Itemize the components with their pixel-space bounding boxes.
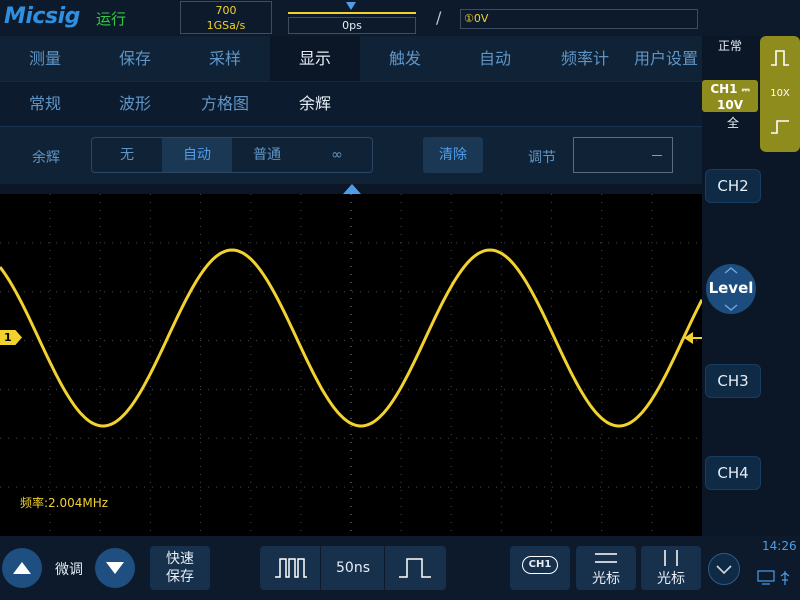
ch1-quick-panel: 10X [760,36,800,152]
menu-trigger[interactable]: 触发 [360,36,450,81]
adjust-empty-dash [652,155,662,156]
run-status[interactable]: 运行 [96,8,126,29]
tab-general[interactable]: 常规 [0,82,90,126]
brand-logo: Micsig [4,4,80,29]
persistence-normal[interactable]: 普通 [232,138,302,172]
trigger-edge-icon[interactable]: / [436,8,441,27]
oscilloscope-screen: Micsig 运行 700 1GSa/s 0ps / ①0V 测量 保存 采样 … [0,0,800,600]
clear-button[interactable]: 清除 [423,137,483,173]
level-label: Level [708,279,754,297]
horizontal-cursor-label: 光标 [592,571,620,587]
memory-bar [288,12,416,14]
vertical-cursor-label: 光标 [657,571,685,587]
memory-depth: 700 [215,4,237,17]
pulse-icon[interactable] [770,48,790,68]
timebase-control: 50ns [260,546,446,590]
horizontal-offset: 0ps [288,17,416,34]
channel-select-button[interactable]: CH1 [510,546,570,590]
persistence-auto[interactable]: 自动 [162,138,232,172]
ch3-button[interactable]: CH3 [705,364,761,398]
waveform-display[interactable] [0,194,704,536]
vertical-cursor-button[interactable]: 光标 [641,546,701,590]
menu-auto[interactable]: 自动 [450,36,540,81]
memory-depth-box[interactable]: 700 1GSa/s [180,1,272,34]
chevron-up-icon [724,267,738,274]
menu-user-settings[interactable]: 用户设置 [630,36,702,81]
divider [320,546,321,590]
trigger-level-tick [692,337,702,339]
horizontal-cursor-icon [595,553,617,563]
fine-adjust-label: 微调 [55,562,83,578]
menu-frequency-counter[interactable]: 频率计 [540,36,630,81]
display-submenu: 常规 波形 方格图 余辉 [0,81,702,126]
tab-graticule[interactable]: 方格图 [180,82,270,126]
top-status-bar: Micsig 运行 700 1GSa/s 0ps / ①0V [0,0,800,36]
ch4-button[interactable]: CH4 [705,456,761,490]
chevron-down-icon [724,304,738,311]
trigger-level-knob[interactable]: Level [706,264,756,314]
ch1-select-badge: CH1 [522,556,558,574]
monitor-icon [757,570,775,585]
sample-rate: 1GSa/s [206,19,246,32]
clock: 14:26 [762,539,797,553]
expand-button[interactable] [708,553,740,585]
graticule-and-trace [0,194,704,536]
menu-display[interactable]: 显示 [270,36,360,81]
adjust-label: 调节 [528,150,556,166]
ch2-button[interactable]: CH2 [705,169,761,203]
ch1-label: CH1 [710,82,738,96]
horizontal-position[interactable]: 0ps [288,0,416,36]
usb-icon [780,571,790,585]
timebase-decrease-icon[interactable] [274,556,308,580]
persistence-selector: 无 自动 普通 ∞ [91,137,373,173]
triangle-up-icon [13,562,31,574]
chevron-down-icon [716,565,732,575]
menu-acquire[interactable]: 采样 [180,36,270,81]
ch1-scale: 10V [717,98,743,112]
step-icon[interactable] [770,116,790,136]
menu-measure[interactable]: 测量 [0,36,90,81]
ch1-coupling-icon: ⎓ [741,85,750,96]
tab-persistence[interactable]: 余辉 [270,82,360,126]
persistence-label: 余辉 [32,150,60,166]
frequency-readout: 频率:2.004MHz [20,496,109,510]
graticule-grid [0,194,702,536]
trigger-position-marker[interactable] [343,184,361,194]
probe-ratio[interactable]: 10X [760,88,800,99]
ch1-bandwidth: 全 [727,116,740,130]
timebase-value[interactable]: 50ns [322,546,384,590]
fine-down-button[interactable] [95,548,135,588]
timebase-increase-icon[interactable] [398,556,432,580]
trigger-info[interactable]: ①0V [460,9,698,29]
trigger-mode[interactable]: 正常 [718,37,742,54]
divider [384,546,385,590]
persistence-none[interactable]: 无 [92,138,162,172]
quick-save-line1: 快速 [166,551,194,567]
ch1-settings-tag[interactable]: CH1 ⎓ 10V [702,80,758,112]
tab-waveform[interactable]: 波形 [90,82,180,126]
persistence-infinite[interactable]: ∞ [302,138,372,172]
trigger-position-marker-top [346,2,356,10]
vertical-cursor-icon [664,550,678,566]
triangle-down-icon [106,562,124,574]
adjust-field[interactable] [573,137,673,173]
menu-save[interactable]: 保存 [90,36,180,81]
quick-save-line2: 保存 [166,569,194,585]
main-menu: 测量 保存 采样 显示 触发 自动 频率计 用户设置 [0,36,702,81]
quick-save-button[interactable]: 快速 保存 [150,546,210,590]
horizontal-cursor-button[interactable]: 光标 [576,546,636,590]
persistence-panel: 余辉 无 自动 普通 ∞ 清除 调节 [0,126,702,184]
fine-up-button[interactable] [2,548,42,588]
